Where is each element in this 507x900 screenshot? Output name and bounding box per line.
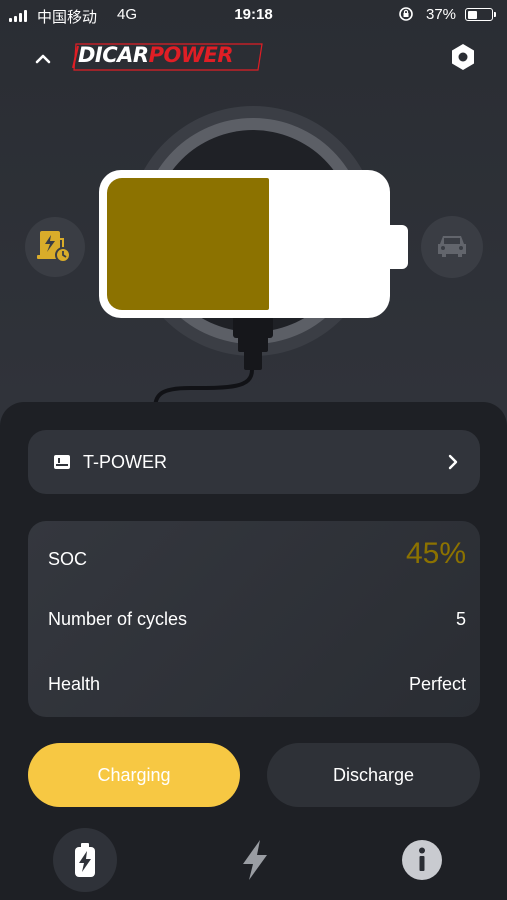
chevron-right-icon [448,454,458,470]
info-icon [402,840,442,880]
discharge-button[interactable]: Discharge [267,743,480,807]
app-screen: 中国移动 4G 19:18 37% DICARPOWER T-POWER SOC… [0,0,507,900]
device-icon [54,455,70,469]
battery-fill-level [107,178,269,310]
charger-station-icon [37,231,71,263]
cycles-label: Number of cycles [48,609,188,629]
health-label: Health [48,674,101,694]
device-name: T-POWER [83,452,167,472]
charging-button[interactable]: Charging [28,743,240,807]
cycles-value: 5 [455,609,466,629]
charger-station-button[interactable] [25,217,85,277]
lightning-icon [243,840,267,880]
soc-label: SOC [48,549,88,569]
battery-stats-card: SOC 45% Number of cycles 5 Health Perfec… [28,521,480,717]
tab-battery[interactable] [53,828,117,892]
battery-bolt-icon [75,843,95,877]
tab-power[interactable] [222,828,286,892]
soc-value: 45% [405,537,466,570]
health-value: Perfect [408,674,466,694]
battery-terminal [388,225,408,269]
device-selector[interactable]: T-POWER [28,430,480,494]
car-button[interactable] [421,216,483,278]
battery-graphic [99,170,390,318]
car-icon [438,236,466,257]
tab-info[interactable] [390,828,454,892]
